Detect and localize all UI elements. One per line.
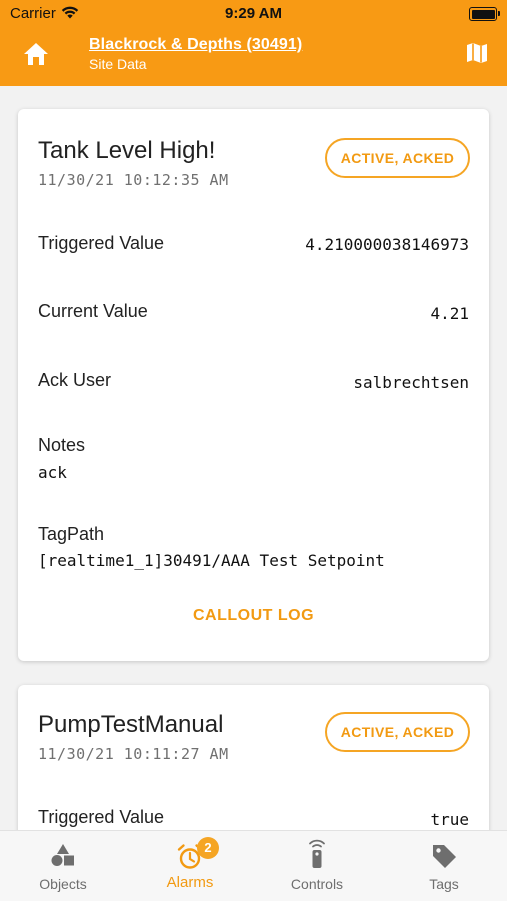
site-title-link[interactable]: Blackrock & Depths (30491) (89, 36, 302, 54)
site-subtitle: Site Data (89, 56, 147, 72)
tab-objects[interactable]: Objects (0, 831, 126, 901)
ack-user-label: Ack User (38, 370, 112, 390)
remote-control-icon (309, 839, 325, 868)
tab-alarms[interactable]: 2 Alarms (127, 831, 253, 901)
alarm-timestamp: 11/30/21 10:11:27 AM (38, 745, 229, 763)
current-value-label: Current Value (38, 301, 148, 321)
tab-objects-label: Objects (39, 876, 87, 892)
objects-icon (51, 844, 74, 866)
home-icon (24, 43, 48, 65)
tab-alarms-label: Alarms (166, 874, 214, 891)
tagpath-value: [realtime1_1]30491/AAA Test Setpoint (38, 551, 385, 570)
tab-controls-label: Controls (290, 876, 344, 892)
triggered-value-label: Triggered Value (38, 233, 165, 253)
callout-log-button[interactable]: CALLOUT LOG (18, 607, 489, 625)
tag-icon (433, 845, 456, 868)
triggered-value: 4.210000038146973 (305, 235, 469, 254)
bottom-tab-bar: Objects 2 Alarms Controls Tags (0, 830, 507, 901)
notes-label: Notes (38, 435, 86, 455)
tab-tags[interactable]: Tags (381, 831, 507, 901)
site-header: Blackrock & Depths (30491) Site Data (89, 36, 302, 72)
app-header: Carrier 9:29 AM Blackrock & Depths (3049… (0, 0, 507, 86)
alarm-state-badge[interactable]: ACTIVE, ACKED (325, 712, 470, 752)
alarm-card: Tank Level High! 11/30/21 10:12:35 AM AC… (18, 109, 489, 661)
alarm-timestamp: 11/30/21 10:12:35 AM (38, 171, 229, 189)
battery-icon (469, 7, 500, 21)
map-icon (467, 43, 487, 63)
triggered-value-label: Triggered Value (38, 807, 165, 827)
status-bar: Carrier 9:29 AM (0, 0, 507, 28)
ack-user-value: salbrechtsen (353, 373, 469, 392)
map-button[interactable] (465, 41, 489, 65)
alarm-name: Tank Level High! (38, 137, 216, 164)
tab-controls[interactable]: Controls (254, 831, 380, 901)
notes-value: ack (38, 463, 67, 482)
alarm-name: PumpTestManual (38, 711, 224, 738)
alarm-count-badge: 2 (197, 837, 219, 859)
triggered-value: true (430, 810, 469, 829)
tab-tags-label: Tags (429, 876, 459, 892)
home-button[interactable] (22, 41, 50, 67)
alarm-state-badge[interactable]: ACTIVE, ACKED (325, 138, 470, 178)
tagpath-label: TagPath (38, 524, 105, 544)
current-value: 4.21 (430, 304, 469, 323)
clock: 9:29 AM (225, 5, 282, 22)
